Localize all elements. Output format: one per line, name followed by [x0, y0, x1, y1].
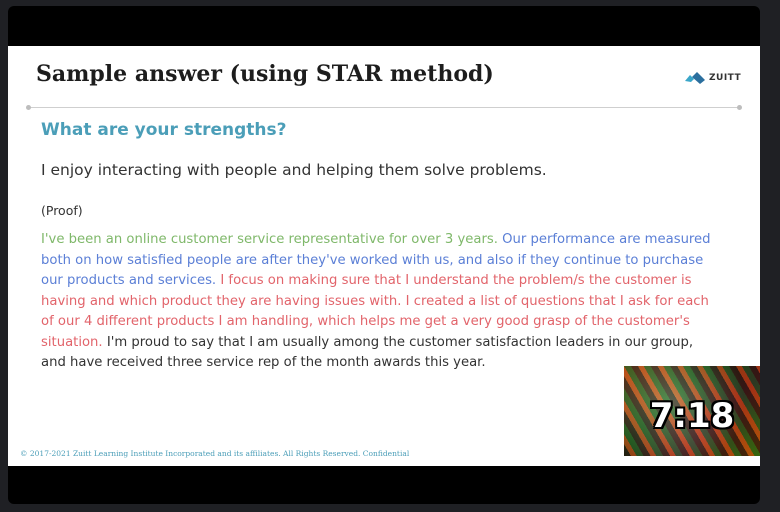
proof-label: (Proof): [41, 203, 83, 218]
timer-display: 7:18: [649, 396, 735, 436]
video-timer-overlay: 7:18: [624, 366, 760, 456]
zuitt-logo-icon: [685, 72, 705, 84]
strength-statement: I enjoy interacting with people and help…: [41, 161, 547, 179]
slide-title: Sample answer (using STAR method): [36, 61, 494, 87]
video-frame[interactable]: Sample answer (using STAR method) ZUITT …: [8, 6, 760, 504]
title-divider: [26, 105, 742, 110]
question-heading: What are your strengths?: [41, 120, 287, 140]
answer-situation: I've been an online customer service rep…: [41, 232, 498, 247]
star-answer: I've been an online customer service rep…: [41, 230, 711, 374]
zuitt-logo: ZUITT: [684, 68, 741, 88]
answer-result: I'm proud to say that I am usually among…: [41, 334, 694, 371]
logo-text: ZUITT: [709, 73, 742, 83]
copyright-footer: © 2017-2021 Zuitt Learning Institute Inc…: [20, 449, 410, 458]
